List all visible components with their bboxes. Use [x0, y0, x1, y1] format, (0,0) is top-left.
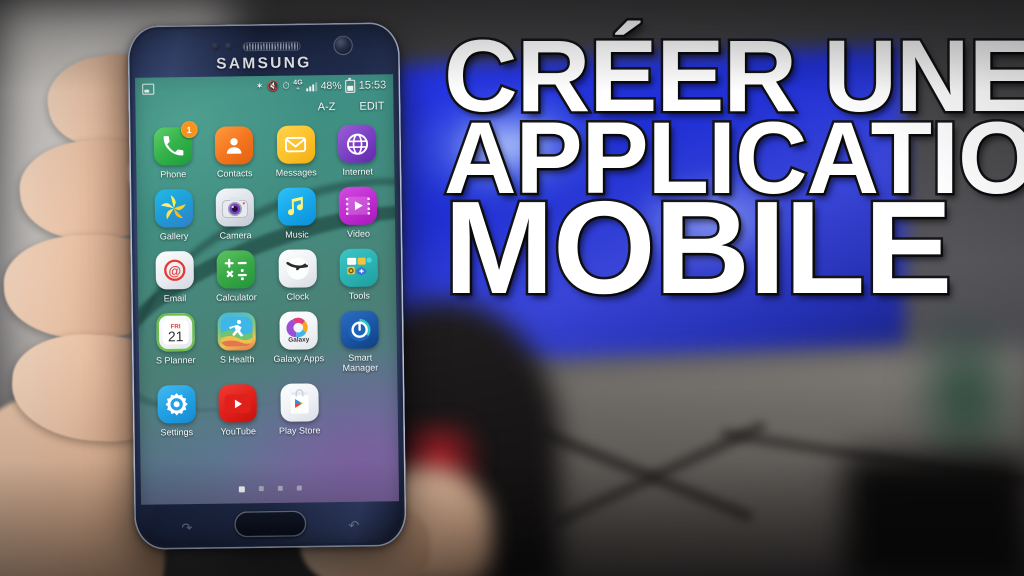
vignette	[0, 0, 1024, 576]
thumbnail-stage: SAMSUNG ✶ 🔇 ⏱ 4G + 48%	[0, 0, 1024, 576]
